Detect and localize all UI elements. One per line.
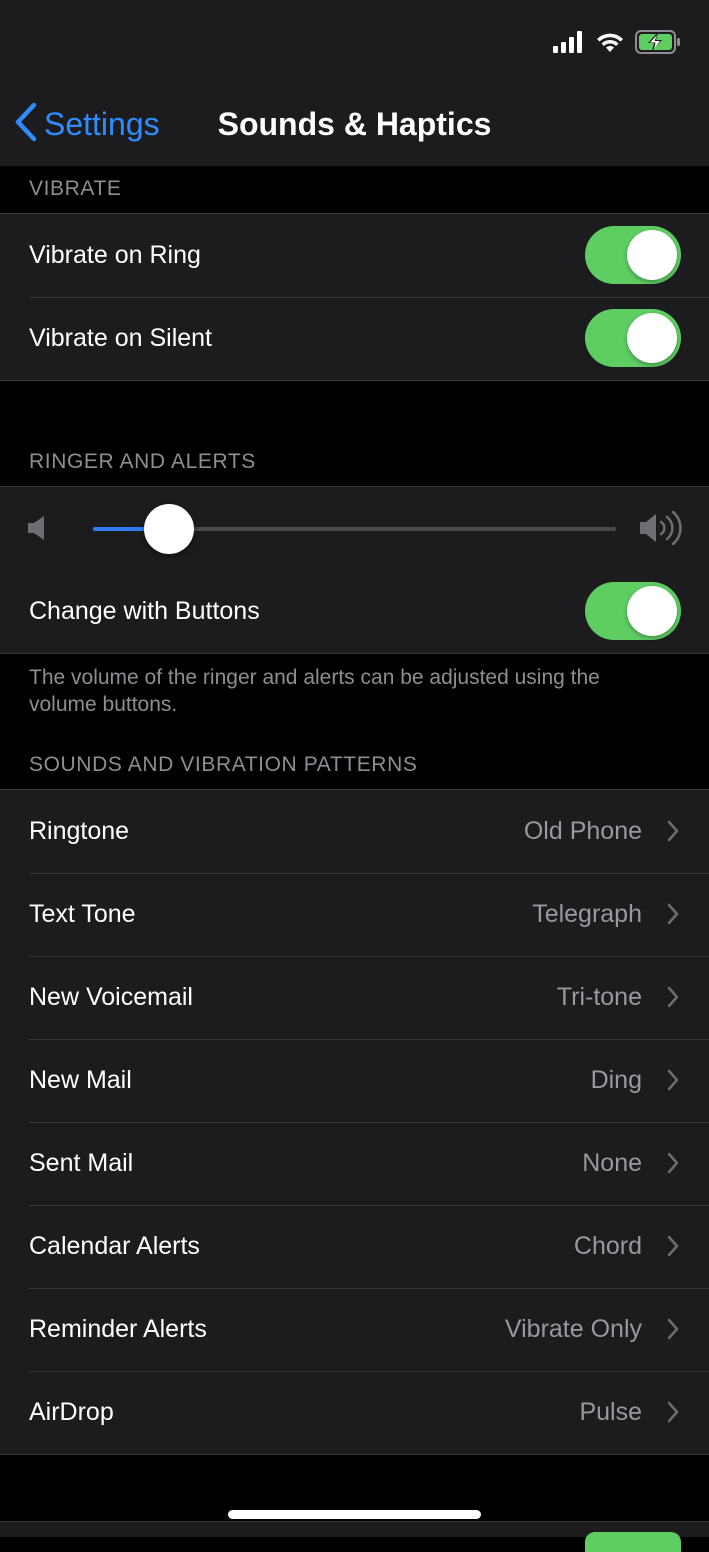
battery-charging-icon [635, 30, 681, 59]
row-value: None [582, 1149, 642, 1177]
row-label: New Mail [29, 1066, 132, 1094]
volume-slider-row [0, 487, 709, 570]
row-label: AirDrop [29, 1398, 114, 1426]
sounds-group: Ringtone Old Phone Text Tone Telegraph N… [0, 789, 709, 1455]
speaker-high-icon [639, 510, 683, 550]
next-group-peek [0, 1521, 709, 1552]
row-label: Text Tone [29, 900, 136, 928]
section-header-vibrate: VIBRATE [29, 177, 122, 200]
cellular-signal-icon [553, 31, 585, 58]
row-value: Chord [573, 1232, 642, 1260]
vibrate-group: Vibrate on Ring Vibrate on Silent [0, 213, 709, 381]
row-label: Vibrate on Silent [29, 324, 212, 352]
vibrate-on-silent-toggle[interactable] [585, 309, 681, 367]
chevron-right-icon [667, 903, 679, 930]
status-bar [553, 30, 681, 59]
wifi-icon [595, 31, 625, 58]
chevron-right-icon [667, 1235, 679, 1262]
row-label: Sent Mail [29, 1149, 134, 1177]
row-label: Reminder Alerts [29, 1315, 207, 1343]
home-indicator[interactable] [228, 1510, 481, 1519]
change-with-buttons-row: Change with Buttons [0, 570, 709, 653]
change-with-buttons-toggle[interactable] [585, 582, 681, 640]
sound-row-new-voicemail[interactable]: New Voicemail Tri-tone [0, 956, 709, 1039]
sound-row-ringtone[interactable]: Ringtone Old Phone [0, 790, 709, 873]
chevron-right-icon [667, 1318, 679, 1345]
row-label: New Voicemail [29, 983, 193, 1011]
row-label: Ringtone [29, 817, 130, 845]
chevron-right-icon [667, 820, 679, 847]
row-value: Telegraph [532, 900, 642, 928]
sound-row-reminder-alerts[interactable]: Reminder Alerts Vibrate Only [0, 1288, 709, 1371]
row-label: Change with Buttons [29, 597, 260, 625]
toggle-knob [627, 230, 677, 280]
chevron-right-icon [667, 986, 679, 1013]
sound-row-airdrop[interactable]: AirDrop Pulse [0, 1371, 709, 1454]
volume-slider-thumb[interactable] [143, 504, 194, 554]
sound-row-sent-mail[interactable]: Sent Mail None [0, 1122, 709, 1205]
ringer-group: Change with Buttons [0, 486, 709, 654]
page-title: Sounds & Haptics [217, 106, 492, 142]
row-label: Calendar Alerts [29, 1232, 200, 1260]
vibrate-on-ring-row: Vibrate on Ring [0, 214, 709, 297]
row-value: Tri-tone [556, 983, 642, 1011]
speaker-low-icon [27, 515, 47, 546]
chevron-right-icon [667, 1069, 679, 1096]
vibrate-on-ring-toggle[interactable] [585, 226, 681, 284]
sound-row-new-mail[interactable]: New Mail Ding [0, 1039, 709, 1122]
section-header-ringer: RINGER AND ALERTS [29, 450, 256, 473]
ringer-footer-note: The volume of the ringer and alerts can … [29, 666, 600, 716]
row-value: Pulse [579, 1398, 642, 1426]
top-bar: Settings Sounds & Haptics [0, 0, 709, 166]
chevron-right-icon [667, 1401, 679, 1428]
row-value: Old Phone [523, 817, 642, 845]
chevron-right-icon [667, 1152, 679, 1179]
partial-toggle[interactable] [585, 1532, 681, 1552]
vibrate-on-silent-row: Vibrate on Silent [0, 297, 709, 380]
section-header-sounds: SOUNDS AND VIBRATION PATTERNS [29, 753, 418, 776]
row-value: Ding [590, 1066, 642, 1094]
toggle-knob [627, 313, 677, 363]
row-label: Vibrate on Ring [29, 241, 201, 269]
sound-row-text-tone[interactable]: Text Tone Telegraph [0, 873, 709, 956]
row-value: Vibrate Only [504, 1315, 642, 1343]
sound-row-calendar-alerts[interactable]: Calendar Alerts Chord [0, 1205, 709, 1288]
toggle-knob [627, 586, 677, 636]
